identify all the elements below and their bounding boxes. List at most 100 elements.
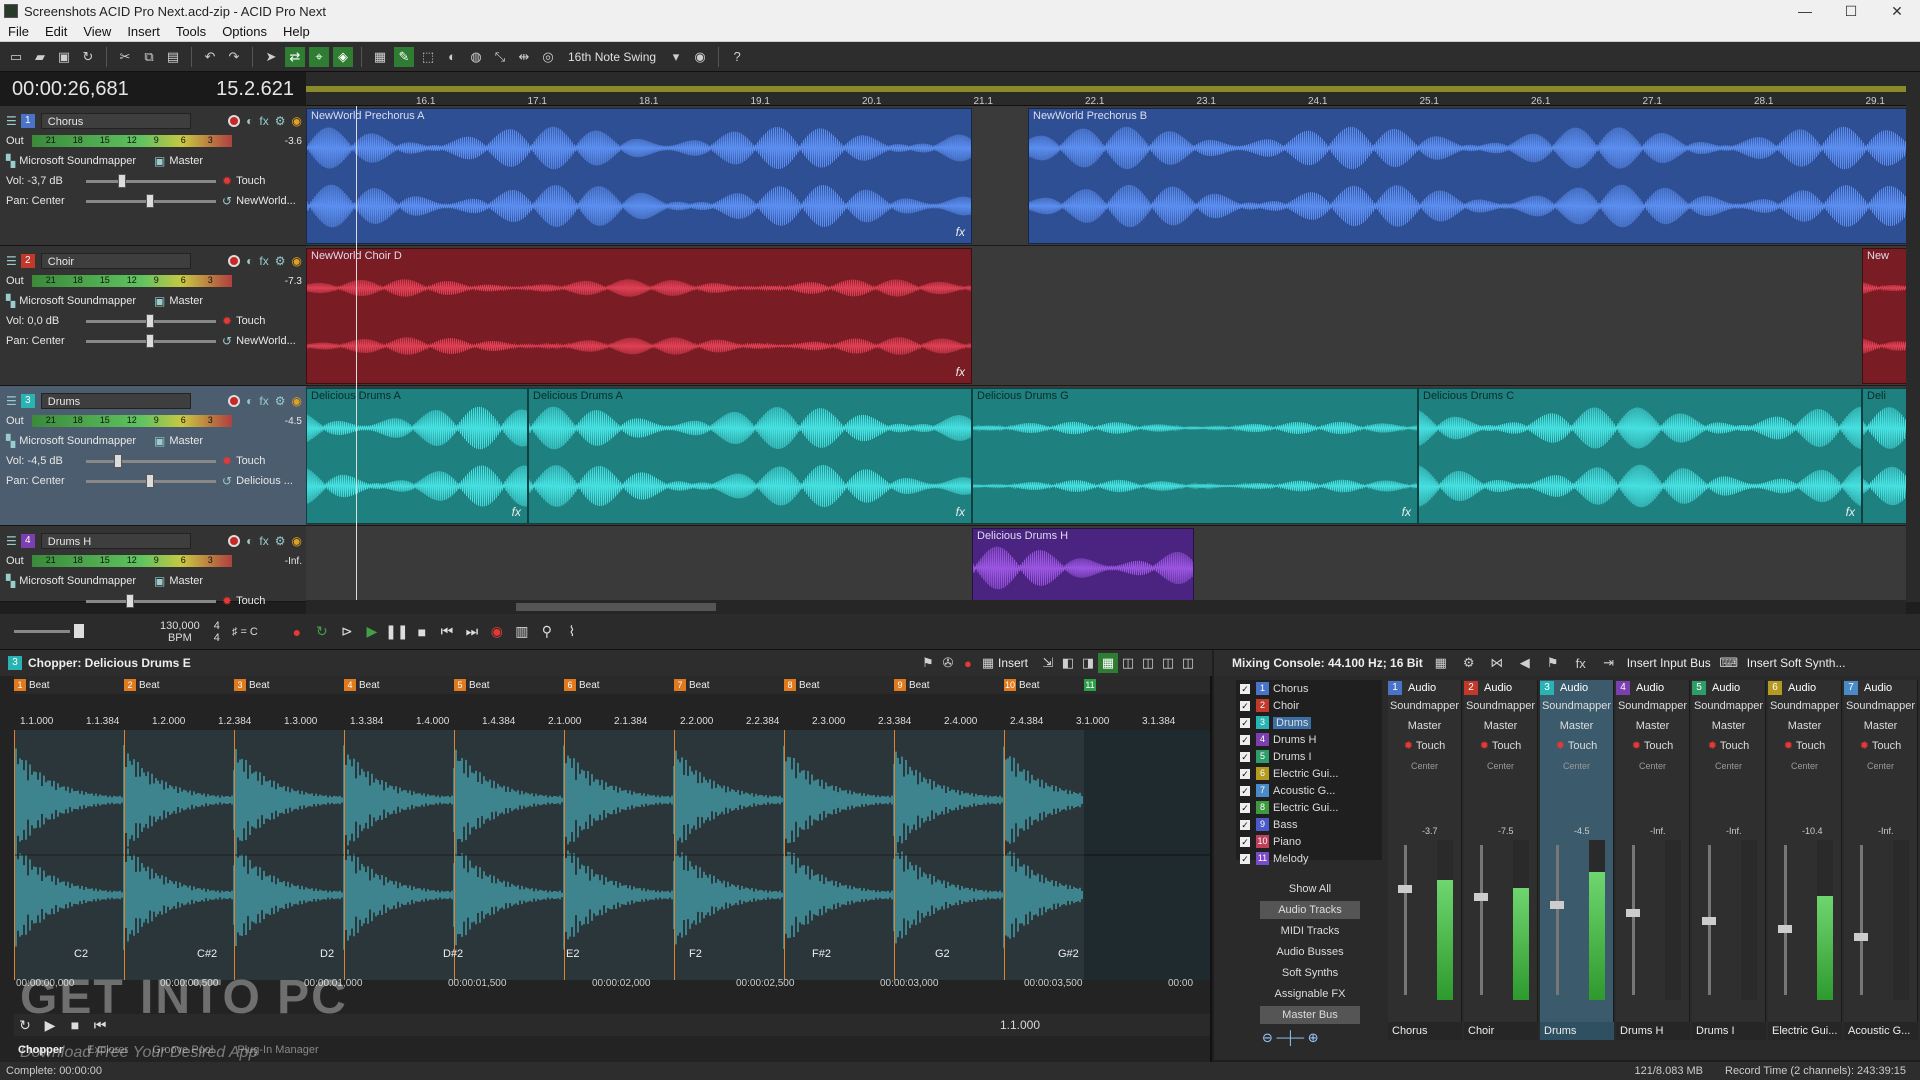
- track-header-chorus[interactable]: ☰ 1 Chorus ◐ fx ⚙ ◉ Out 21 18 15 12 9 6 3 -3.6…: [0, 106, 306, 246]
- strip-bus[interactable]: Master: [1768, 716, 1841, 736]
- checkbox-icon[interactable]: ✓: [1240, 785, 1250, 796]
- checkbox-icon[interactable]: ✓: [1240, 700, 1250, 711]
- strip-bus[interactable]: Master: [1844, 716, 1917, 736]
- strip-automation-mode[interactable]: ✹ Touch: [1464, 736, 1537, 756]
- chevron-down-icon[interactable]: ▾: [666, 47, 686, 67]
- strip-automation-mode[interactable]: ✹ Touch: [1388, 736, 1461, 756]
- automation-icon[interactable]: ⚙: [275, 254, 286, 268]
- solo-icon[interactable]: ◉: [292, 394, 302, 408]
- horizontal-scrollbar[interactable]: [306, 600, 1906, 614]
- clip-fx-icon[interactable]: fx: [1402, 505, 1411, 519]
- arm-record-icon[interactable]: [228, 115, 241, 127]
- output-bus[interactable]: Master: [169, 295, 203, 307]
- track-fx-icon[interactable]: fx: [259, 394, 268, 408]
- clip-fx-icon[interactable]: fx: [956, 505, 965, 519]
- clip-fx-icon[interactable]: fx: [1846, 505, 1855, 519]
- volume-slider[interactable]: [86, 173, 216, 188]
- strip-pan[interactable]: Center: [1540, 756, 1613, 776]
- invert-phase-icon[interactable]: ◐: [246, 394, 253, 408]
- audio-clip[interactable]: Delicious Drums H fx: [972, 528, 1194, 602]
- beat-marker[interactable]: 5 Beat: [454, 678, 490, 692]
- metronome-icon[interactable]: ▦: [370, 47, 390, 67]
- volume-slider[interactable]: [86, 593, 216, 608]
- snap-icon[interactable]: ⌖: [309, 46, 329, 67]
- beatmapper-icon[interactable]: ⚲: [536, 621, 558, 643]
- track-header-choir[interactable]: ☰ 2 Choir ◐ fx ⚙ ◉ Out 21 18 15 12 9 6 3 -7.3 …: [0, 246, 306, 386]
- mixer-filter-button[interactable]: Show All: [1260, 880, 1360, 898]
- checkbox-icon[interactable]: ✓: [1240, 683, 1250, 694]
- scroll-thumb[interactable]: [516, 603, 716, 611]
- key-display[interactable]: ♯ = C: [232, 626, 258, 638]
- strip-automation-mode[interactable]: ✹ Touch: [1768, 736, 1841, 756]
- record-arm-icon[interactable]: ◉: [486, 621, 508, 643]
- track-view[interactable]: NewWorld Prechorus A fx NewWorld Prechor…: [306, 106, 1906, 602]
- maximize-button[interactable]: ☐: [1828, 3, 1874, 20]
- region-icon[interactable]: ◫: [1178, 653, 1198, 673]
- checkbox-icon[interactable]: ✓: [1240, 819, 1250, 830]
- automation-icon[interactable]: ⚙: [275, 114, 286, 128]
- checkbox-icon[interactable]: ✓: [1240, 836, 1250, 847]
- fx-icon[interactable]: fx: [1571, 653, 1591, 673]
- strip-fader[interactable]: [1474, 845, 1488, 995]
- strip-pan[interactable]: Center: [1388, 756, 1461, 776]
- loop-icon[interactable]: ⇄: [285, 46, 305, 67]
- output-device[interactable]: Microsoft Soundmapper: [19, 295, 136, 307]
- record-icon[interactable]: ●: [286, 621, 308, 643]
- output-device[interactable]: Microsoft Soundmapper: [19, 435, 136, 447]
- minimize-button[interactable]: —: [1782, 3, 1828, 19]
- clip-fx-icon[interactable]: fx: [956, 225, 965, 239]
- menu-edit[interactable]: Edit: [37, 24, 75, 39]
- link-icon[interactable]: ⇲: [1038, 653, 1058, 673]
- strip-pan[interactable]: Center: [1768, 756, 1841, 776]
- beat-marker[interactable]: 10 Beat: [1004, 678, 1040, 692]
- insert-input-bus-button[interactable]: Insert Input Bus: [1627, 656, 1711, 670]
- undo-icon[interactable]: ↶: [200, 47, 220, 67]
- track-header-drums-h[interactable]: ☰ 4 Drums H ◐ fx ⚙ ◉ Out 21 18 15 12 9 6 3 -In…: [0, 526, 306, 628]
- audio-clip[interactable]: Delicious Drums A fx: [306, 388, 528, 524]
- checkbox-icon[interactable]: ✓: [1240, 717, 1250, 728]
- strip-pan[interactable]: Center: [1616, 756, 1689, 776]
- channel-strip[interactable]: 5 Audio Soundmapper Master ✹ Touch Center…: [1692, 680, 1766, 1040]
- output-bus[interactable]: Master: [169, 435, 203, 447]
- beat-marker[interactable]: 6 Beat: [564, 678, 600, 692]
- mixer-filter-button[interactable]: Assignable FX: [1260, 985, 1360, 1003]
- beat-marker[interactable]: 4 Beat: [344, 678, 380, 692]
- time-signature[interactable]: 4 4: [214, 620, 220, 644]
- automation-mode[interactable]: Touch: [236, 175, 265, 187]
- invert-phase-icon[interactable]: ◐: [246, 254, 253, 268]
- strip-pan[interactable]: Center: [1844, 756, 1917, 776]
- mixer-filter-button[interactable]: Soft Synths: [1260, 964, 1360, 982]
- insert-bus-icon[interactable]: ⚑: [1543, 653, 1563, 673]
- channel-strip[interactable]: 7 Audio Soundmapper Master ✹ Touch Center…: [1844, 680, 1918, 1040]
- strip-bus[interactable]: Master: [1616, 716, 1689, 736]
- swing-settings-icon[interactable]: ◉: [690, 47, 710, 67]
- automation-mode[interactable]: Touch: [236, 595, 265, 607]
- strip-output[interactable]: Soundmapper: [1692, 696, 1765, 716]
- strip-output[interactable]: Soundmapper: [1844, 696, 1917, 716]
- checkbox-icon[interactable]: ✓: [1240, 734, 1250, 745]
- mixer-filter-button[interactable]: Master Bus: [1260, 1006, 1360, 1024]
- arm-record-icon[interactable]: [228, 535, 241, 547]
- audio-clip[interactable]: Delicious Drums G fx: [972, 388, 1418, 524]
- swing-select[interactable]: 16th Note Swing: [562, 50, 662, 64]
- strip-fader[interactable]: [1626, 845, 1640, 995]
- beat-marker[interactable]: 7 Beat: [674, 678, 710, 692]
- strip-bus[interactable]: Master: [1464, 716, 1537, 736]
- envelope-tool-icon[interactable]: ⤡: [490, 47, 510, 67]
- audio-clip[interactable]: Delicious Drums C fx: [1418, 388, 1862, 524]
- channel-strip[interactable]: 3 Audio Soundmapper Master ✹ Touch Center…: [1540, 680, 1614, 1040]
- select-tool-icon[interactable]: ⬚: [418, 47, 438, 67]
- strip-bus[interactable]: Master: [1388, 716, 1461, 736]
- arrow-left-icon[interactable]: ◫: [1118, 653, 1138, 673]
- beat-marker[interactable]: 2 Beat: [124, 678, 160, 692]
- beat-marker[interactable]: 3 Beat: [234, 678, 270, 692]
- menu-tools[interactable]: Tools: [168, 24, 214, 39]
- redo-icon[interactable]: ↷: [224, 47, 244, 67]
- track-header-drums[interactable]: ☰ 3 Drums ◐ fx ⚙ ◉ Out 21 18 15 12 9 6 3 -4.5 …: [0, 386, 306, 526]
- insert-icon[interactable]: ▦: [978, 653, 998, 673]
- copy-icon[interactable]: ⧉: [139, 47, 159, 67]
- solo-icon[interactable]: ◉: [292, 534, 302, 548]
- snap-grid-icon[interactable]: ▦: [1098, 653, 1118, 673]
- audio-clip[interactable]: Deli fx: [1862, 388, 1906, 524]
- track-lane[interactable]: NewWorld Prechorus A fx NewWorld Prechor…: [306, 106, 1906, 246]
